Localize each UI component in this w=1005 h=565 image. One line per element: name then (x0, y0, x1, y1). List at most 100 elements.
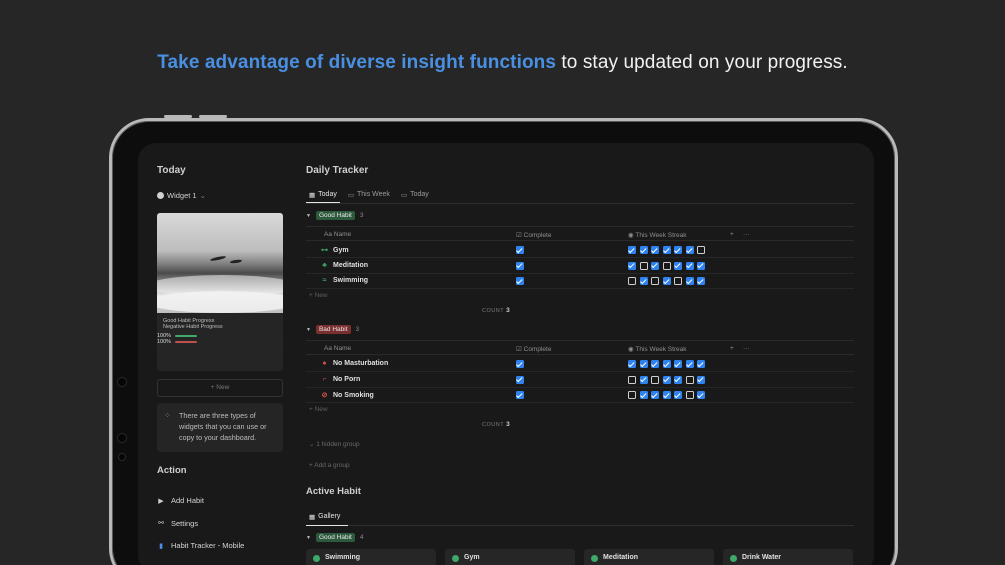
streak-checkbox[interactable] (685, 277, 694, 286)
meditation-icon: ♣ (322, 261, 327, 269)
streak-checkbox[interactable] (628, 391, 636, 400)
complete-checkbox[interactable] (516, 261, 524, 270)
table-row[interactable]: ♣ Meditation (306, 258, 854, 274)
streak-checkbox[interactable] (662, 360, 671, 368)
gallery-card[interactable]: Meditation (584, 549, 714, 565)
streak-checkbox[interactable] (651, 261, 659, 270)
streak-checkbox[interactable] (685, 375, 694, 384)
streak-checkbox[interactable] (697, 277, 705, 286)
streak-checkbox[interactable] (628, 375, 636, 384)
tab-today[interactable]: ▭ Today (398, 186, 432, 203)
streak-checkbox[interactable] (628, 360, 636, 368)
progress-bar (175, 340, 198, 343)
table-row[interactable]: ⊶ Gym (306, 242, 854, 258)
habit-name[interactable]: ⊶ Gym (320, 246, 349, 255)
new-row-button[interactable]: + New (309, 292, 328, 299)
streak-checkbox[interactable] (685, 246, 694, 254)
gallery-card[interactable]: Drink Water (723, 549, 853, 565)
streak-checkbox[interactable] (662, 246, 671, 254)
streak-checkbox[interactable] (639, 246, 648, 254)
group-count: 3 (359, 212, 364, 219)
streak-checkbox[interactable] (639, 277, 648, 286)
complete-checkbox[interactable] (516, 360, 524, 368)
habit-name[interactable]: ♣ Meditation (320, 262, 368, 269)
col-name: Aa Name (324, 231, 352, 238)
streak-checkbox[interactable] (697, 246, 705, 254)
streak-checkbox[interactable] (651, 277, 659, 286)
streak-checkbox[interactable] (674, 277, 682, 286)
gallery-card-label: Meditation (603, 554, 638, 561)
group-header-bad[interactable]: ▼ Bad Habit 3 (306, 325, 359, 334)
tab-gallery[interactable]: ▦ Gallery (306, 508, 348, 526)
habit-name[interactable]: ≈ Swimming (320, 277, 368, 284)
table-row[interactable]: ♠ No Masturbation (306, 356, 854, 372)
table-row[interactable]: ≈ Swimming (306, 273, 854, 290)
tab-label: Today (410, 191, 429, 198)
action-habit-tracker-mobile[interactable]: ▮ Habit Tracker - Mobile (157, 541, 244, 550)
add-column-button[interactable]: + (730, 231, 734, 238)
streak-checkbox[interactable] (674, 375, 682, 384)
streak-checkbox[interactable] (685, 391, 694, 400)
complete-checkbox[interactable] (516, 391, 524, 400)
tab-this-week[interactable]: ▭ This Week (345, 186, 393, 203)
table-row[interactable]: ⌐ No Porn (306, 372, 854, 388)
action-settings[interactable]: ⚯ Settings (157, 519, 198, 528)
habit-name[interactable]: ⌐ No Porn (320, 376, 360, 383)
complete-checkbox[interactable] (516, 375, 524, 384)
action-add-habit[interactable]: ▶ Add Habit (157, 496, 204, 505)
count-label: COUNT (482, 422, 505, 428)
more-options-button[interactable]: ··· (743, 231, 750, 238)
streak-checkbox[interactable] (674, 261, 682, 270)
streak-checkbox[interactable] (685, 360, 694, 368)
add-group-button[interactable]: + Add a group (309, 462, 350, 469)
action-label: Habit Tracker - Mobile (171, 541, 245, 550)
streak-checkbox[interactable] (628, 261, 636, 270)
streak-checkbox[interactable] (674, 246, 682, 254)
streak-checkbox[interactable] (662, 277, 671, 286)
streak-checkbox[interactable] (662, 375, 671, 384)
streak-checkbox[interactable] (639, 375, 648, 384)
streak-checkbox[interactable] (628, 277, 636, 286)
new-row-button[interactable]: + New (309, 406, 328, 413)
status-dot-icon (591, 555, 598, 562)
group-header-good[interactable]: ▼ Good Habit 3 (306, 211, 363, 220)
habit-name[interactable]: ⊘ No Smoking (320, 391, 374, 400)
streak-checkbox[interactable] (685, 261, 694, 270)
dolphin-shape (209, 255, 227, 262)
complete-checkbox[interactable] (516, 277, 524, 286)
gallery-card[interactable]: Gym (445, 549, 575, 565)
table-row[interactable]: ⊘ No Smoking (306, 387, 854, 404)
streak-checkbox[interactable] (639, 391, 648, 400)
flame-icon: ♠ (322, 360, 327, 367)
status-dot-icon (452, 555, 459, 562)
add-column-button[interactable]: + (730, 345, 734, 352)
streak-checkbox[interactable] (674, 360, 682, 368)
streak-checkbox[interactable] (697, 360, 705, 368)
streak-checkbox[interactable] (628, 246, 636, 254)
streak-checkbox[interactable] (651, 375, 659, 384)
progress-widget[interactable]: Good Habit Progress 100% Negative Habit Pr… (157, 213, 283, 371)
tab-today[interactable]: ▦ Today (306, 186, 340, 203)
new-widget-button[interactable]: + New (157, 379, 283, 397)
gallery-group-header[interactable]: ▼ Good Habit 4 (306, 533, 363, 542)
more-options-button[interactable]: ··· (743, 345, 750, 352)
streak-checkbox[interactable] (639, 261, 648, 270)
streak-checkbox[interactable] (697, 261, 705, 270)
triangle-down-icon: ▼ (306, 326, 311, 333)
habit-name[interactable]: ♠ No Masturbation (320, 360, 389, 367)
gallery-card[interactable]: Swimming (306, 549, 436, 565)
streak-checkbox[interactable] (697, 375, 705, 384)
streak-checkbox[interactable] (639, 360, 648, 368)
streak-checkbox[interactable] (674, 391, 682, 400)
gallery-tabs: ▦ Gallery (306, 508, 854, 526)
streak-checkbox[interactable] (651, 391, 659, 400)
hidden-group[interactable]: ⌄ 1 hidden group (309, 440, 360, 448)
widget-selector[interactable]: Widget 1 ⌄ (157, 191, 206, 200)
complete-checkbox[interactable] (516, 246, 524, 254)
streak-checkbox[interactable] (651, 246, 659, 254)
streak-checkbox[interactable] (697, 391, 705, 400)
streak-checkbox[interactable] (662, 391, 671, 400)
clock-icon (157, 192, 164, 199)
streak-checkbox[interactable] (662, 261, 671, 270)
streak-checkbox[interactable] (651, 360, 659, 368)
